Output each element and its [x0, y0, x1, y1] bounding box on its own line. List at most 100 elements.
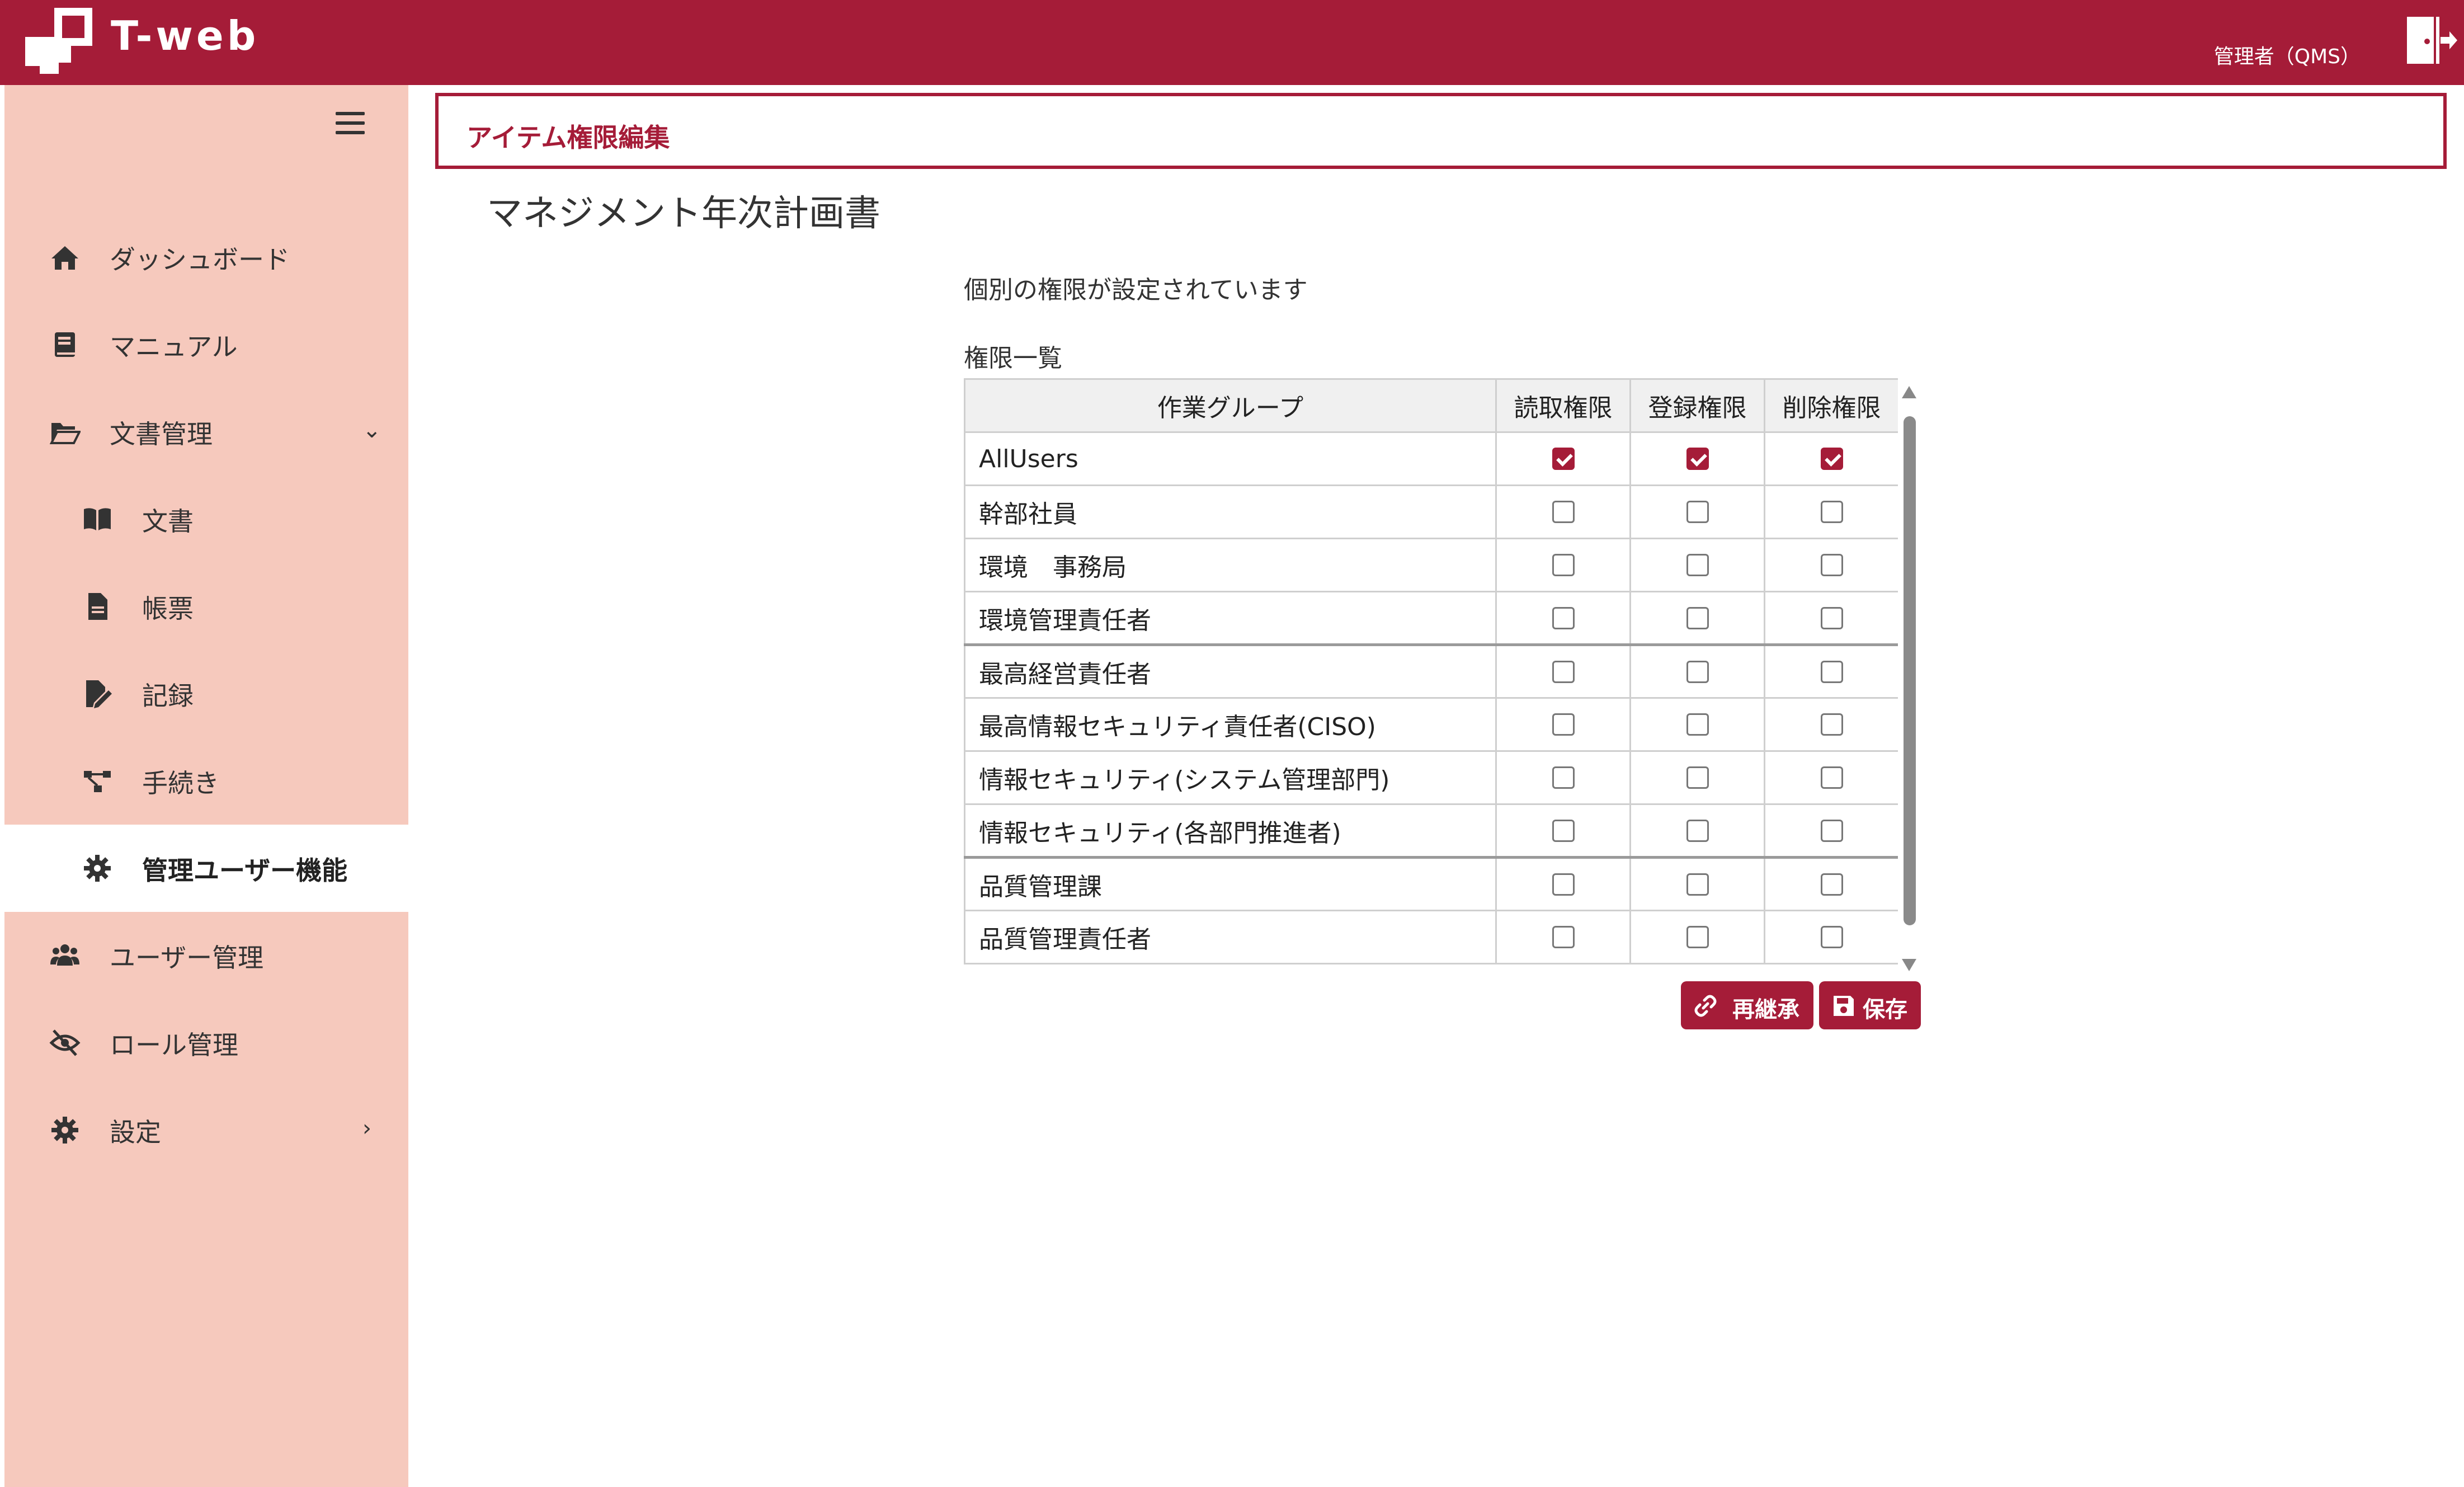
sidebar-item-label: 文書	[142, 506, 194, 537]
delete-permission-cell	[1764, 643, 1898, 699]
section-title-box: アイテム権限編集	[435, 93, 2447, 169]
delete-permission-checkbox[interactable]	[1820, 448, 1843, 470]
save-button[interactable]: 保存	[1819, 981, 1921, 1029]
reinherit-button[interactable]: 再継承	[1681, 981, 1813, 1029]
delete-permission-checkbox[interactable]	[1820, 660, 1843, 683]
scroll-up-arrow-icon[interactable]	[1902, 386, 1916, 398]
delete-permission-checkbox[interactable]	[1820, 873, 1843, 896]
sidebar-item-dashboard[interactable]: ダッシュボード	[4, 214, 408, 301]
sidebar-item-document-management[interactable]: 文書管理 ⌄	[4, 388, 408, 476]
sidebar-item-records[interactable]: 記録	[4, 650, 408, 737]
write-permission-cell	[1629, 803, 1765, 858]
scroll-down-arrow-icon[interactable]	[1902, 959, 1916, 971]
delete-permission-cell	[1764, 591, 1898, 646]
sidebar-item-label: 帳票	[142, 594, 194, 624]
logout-icon[interactable]	[2401, 12, 2457, 68]
write-permission-cell	[1629, 431, 1765, 486]
menu-toggle-icon[interactable]	[336, 112, 365, 134]
read-permission-checkbox[interactable]	[1552, 819, 1575, 842]
file-icon	[82, 591, 113, 622]
sidebar-item-label: 管理ユーザー機能	[142, 855, 348, 886]
sidebar-item-admin-functions[interactable]: 管理ユーザー機能	[4, 825, 408, 912]
home-icon	[49, 242, 81, 273]
write-permission-checkbox[interactable]	[1686, 713, 1709, 736]
table-row: 幹部社員	[964, 484, 1898, 539]
current-user-label[interactable]: 管理者（QMS）	[2214, 40, 2361, 69]
delete-permission-checkbox[interactable]	[1820, 926, 1843, 948]
manual-book-icon	[49, 329, 81, 360]
write-permission-checkbox[interactable]	[1686, 606, 1709, 629]
delete-permission-cell	[1764, 803, 1898, 858]
write-permission-checkbox[interactable]	[1686, 448, 1709, 470]
column-header[interactable]: 登録権限	[1629, 378, 1765, 433]
write-permission-checkbox[interactable]	[1686, 873, 1709, 896]
gear-icon	[49, 1114, 81, 1146]
read-permission-cell	[1495, 484, 1631, 539]
permission-table: 作業グループ 読取権限 登録権限 削除権限 AllUsers 幹部社員 環境 事務局…	[964, 378, 1898, 964]
write-permission-checkbox[interactable]	[1686, 926, 1709, 948]
delete-permission-checkbox[interactable]	[1820, 501, 1843, 523]
scroll-thumb[interactable]	[1904, 416, 1916, 925]
delete-permission-cell	[1764, 538, 1898, 592]
write-permission-cell	[1629, 856, 1765, 911]
read-permission-checkbox[interactable]	[1552, 926, 1575, 948]
sidebar-item-role-management[interactable]: ロール管理	[4, 999, 408, 1086]
table-row: AllUsers	[964, 431, 1898, 486]
delete-permission-checkbox[interactable]	[1820, 713, 1843, 736]
column-header[interactable]: 読取権限	[1495, 378, 1631, 433]
sidebar-item-manual[interactable]: マニュアル	[4, 301, 408, 388]
write-permission-cell	[1629, 643, 1765, 699]
write-permission-checkbox[interactable]	[1686, 660, 1709, 683]
delete-permission-checkbox[interactable]	[1820, 606, 1843, 629]
table-row: 環境 事務局	[964, 538, 1898, 592]
read-permission-cell	[1495, 591, 1631, 646]
table-scrollbar[interactable]	[1901, 386, 1918, 971]
sidebar-item-forms[interactable]: 帳票	[4, 563, 408, 650]
group-name-cell: 最高経営責任者	[964, 643, 1497, 699]
group-name-cell: 幹部社員	[964, 484, 1497, 539]
write-permission-cell	[1629, 697, 1765, 752]
read-permission-cell	[1495, 643, 1631, 699]
read-permission-cell	[1495, 431, 1631, 486]
sidebar: ダッシュボード マニュアル 文書管理 ⌄ 文書 帳票 記録 手続き 管理ユーザー…	[4, 85, 408, 1487]
sidebar-item-user-management[interactable]: ユーザー管理	[4, 912, 408, 999]
read-permission-checkbox[interactable]	[1552, 873, 1575, 896]
write-permission-checkbox[interactable]	[1686, 554, 1709, 576]
read-permission-checkbox[interactable]	[1552, 713, 1575, 736]
group-name-cell: 最高情報セキュリティ責任者(CISO)	[964, 697, 1497, 752]
permission-list-caption: 権限一覧	[964, 344, 1062, 373]
read-permission-checkbox[interactable]	[1552, 766, 1575, 789]
sidebar-item-procedures[interactable]: 手続き	[4, 737, 408, 825]
group-name-cell: 環境管理責任者	[964, 591, 1497, 646]
app-header: T-web 管理者（QMS）	[0, 0, 2464, 85]
column-header[interactable]: 削除権限	[1764, 378, 1898, 433]
delete-permission-cell	[1764, 856, 1898, 911]
group-name-cell: 情報セキュリティ(各部門推進者)	[964, 803, 1497, 858]
group-name-cell: AllUsers	[964, 431, 1497, 486]
sidebar-item-documents[interactable]: 文書	[4, 476, 408, 563]
read-permission-cell	[1495, 910, 1631, 964]
write-permission-checkbox[interactable]	[1686, 501, 1709, 523]
document-title: マネジメント年次計画書	[487, 193, 880, 234]
open-book-icon	[82, 503, 113, 535]
table-row: 環境管理責任者	[964, 591, 1898, 646]
write-permission-checkbox[interactable]	[1686, 766, 1709, 789]
t-web-logo-icon[interactable]	[25, 8, 92, 74]
delete-permission-checkbox[interactable]	[1820, 554, 1843, 576]
read-permission-cell	[1495, 538, 1631, 592]
table-row: 情報セキュリティ(各部門推進者)	[964, 803, 1898, 858]
delete-permission-cell	[1764, 750, 1898, 805]
sidebar-item-settings[interactable]: 設定 ›	[4, 1086, 408, 1174]
read-permission-checkbox[interactable]	[1552, 448, 1575, 470]
table-row: 最高経営責任者	[964, 643, 1898, 699]
floppy-disk-icon	[1831, 994, 1856, 1018]
read-permission-checkbox[interactable]	[1552, 660, 1575, 683]
read-permission-checkbox[interactable]	[1552, 554, 1575, 576]
delete-permission-checkbox[interactable]	[1820, 766, 1843, 789]
read-permission-checkbox[interactable]	[1552, 501, 1575, 523]
delete-permission-checkbox[interactable]	[1820, 819, 1843, 842]
write-permission-checkbox[interactable]	[1686, 819, 1709, 842]
column-header[interactable]: 作業グループ	[964, 378, 1497, 433]
group-name-cell: 品質管理課	[964, 856, 1497, 911]
read-permission-checkbox[interactable]	[1552, 606, 1575, 629]
